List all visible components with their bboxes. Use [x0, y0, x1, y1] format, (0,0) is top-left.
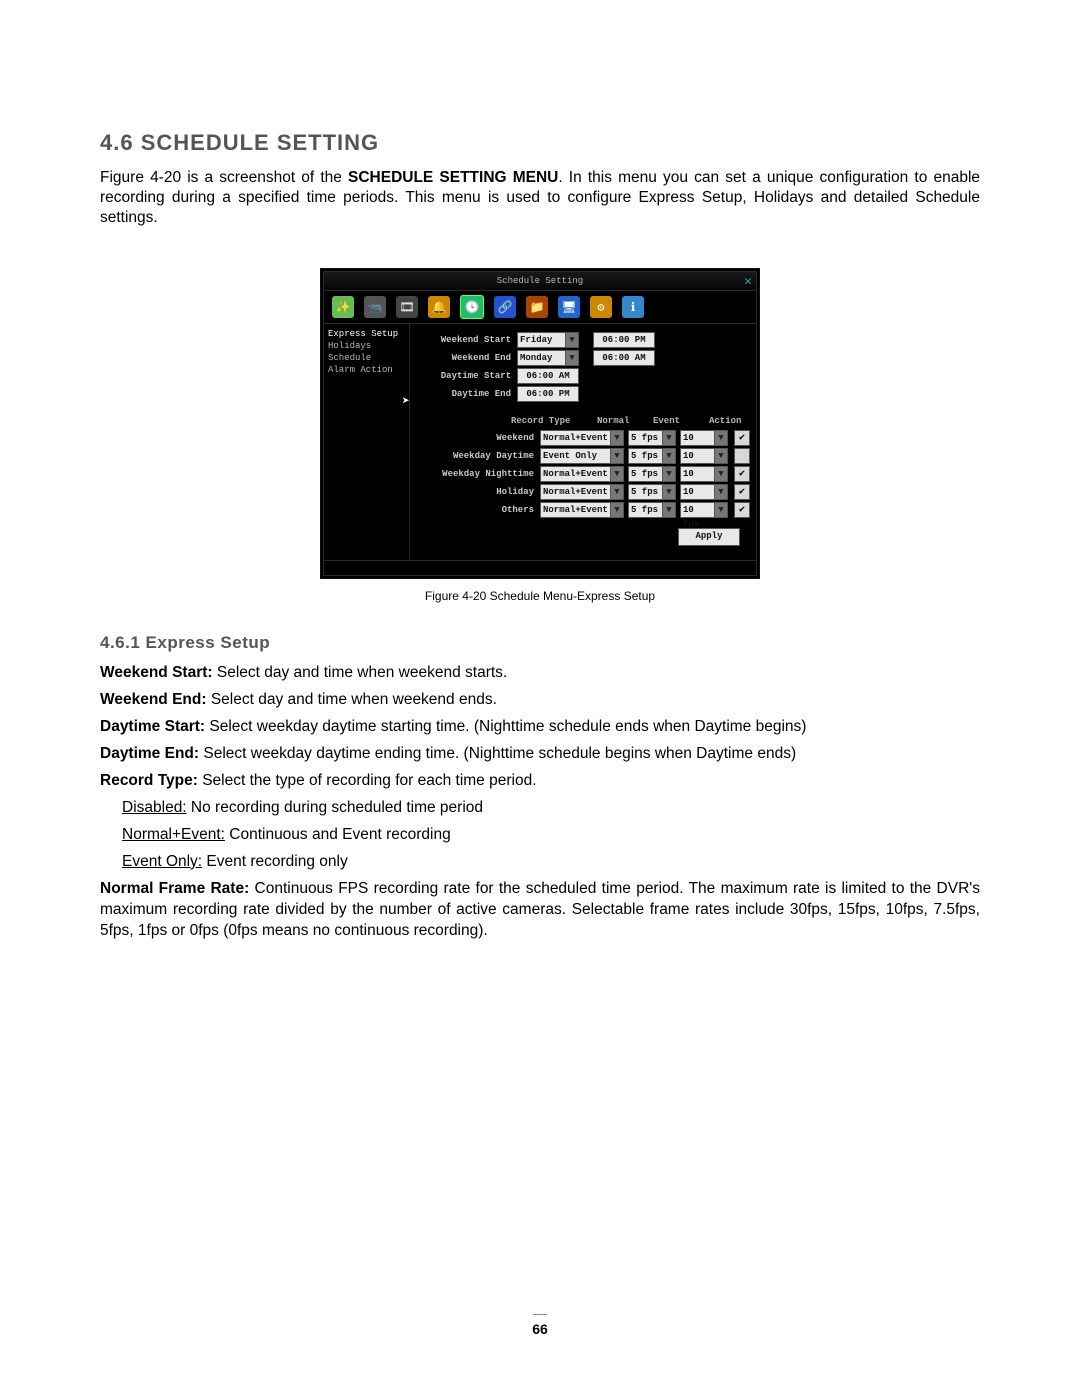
weekend-end-day-select[interactable]: Monday▼: [517, 350, 579, 366]
daytime-end-label: Daytime End: [416, 389, 517, 399]
gear-icon[interactable]: ⚙: [590, 296, 612, 318]
weekend-start-time-input[interactable]: 06:00 PM: [593, 332, 655, 348]
normal-fps-select[interactable]: 5 fps▼: [628, 484, 676, 500]
camera-icon[interactable]: 📹: [364, 296, 386, 318]
sidebar-item-holidays[interactable]: Holidays: [328, 340, 405, 352]
window-titlebar: Schedule Setting ✕: [323, 271, 757, 291]
weekend-end-time-input[interactable]: 06:00 AM: [593, 350, 655, 366]
record-row: HolidayNormal+Event▼5 fps▼10 Fps▼ ✔: [416, 484, 750, 500]
sidebar: Express Setup Holidays Schedule Alarm Ac…: [324, 324, 410, 560]
bell-icon[interactable]: 🔔: [428, 296, 450, 318]
record-row-label: Weekday Nighttime: [416, 469, 540, 479]
daytime-start-label: Daytime Start: [416, 371, 517, 381]
reel-icon[interactable]: 🎞: [396, 296, 418, 318]
action-checkbox[interactable]: ✔: [734, 466, 750, 482]
close-icon[interactable]: ✕: [744, 273, 752, 291]
record-type-select[interactable]: Normal+Event▼: [540, 430, 624, 446]
record-type-select[interactable]: Event Only▼: [540, 448, 624, 464]
chevron-down-icon: ▼: [610, 431, 623, 445]
cursor-icon: ➤: [402, 394, 410, 409]
action-checkbox[interactable]: ✔: [734, 502, 750, 518]
def-normal-event: Normal+Event: Continuous and Event recor…: [100, 825, 980, 846]
normal-fps-select[interactable]: 5 fps▼: [628, 466, 676, 482]
chevron-down-icon: ▼: [610, 467, 623, 481]
chevron-down-icon: ▼: [610, 503, 623, 517]
chevron-down-icon: ▼: [714, 431, 727, 445]
def-weekend-end: Weekend End: Select day and time when we…: [100, 690, 980, 711]
sidebar-item-express-setup[interactable]: Express Setup: [328, 328, 405, 340]
record-row: OthersNormal+Event▼5 fps▼10 Fps▼ ✔: [416, 502, 750, 518]
intro-text-pre: Figure 4-20 is a screenshot of the: [100, 169, 348, 186]
figure-caption: Figure 4-20 Schedule Menu-Express Setup: [320, 589, 760, 603]
event-fps-select[interactable]: 10 Fps▼: [680, 484, 728, 500]
network-icon[interactable]: 🔗: [494, 296, 516, 318]
daytime-start-time-input[interactable]: 06:00 AM: [517, 368, 579, 384]
normal-fps-select[interactable]: 5 fps▼: [628, 502, 676, 518]
record-type-select[interactable]: Normal+Event▼: [540, 484, 624, 500]
record-type-select[interactable]: Normal+Event▼: [540, 466, 624, 482]
weekend-start-day-select[interactable]: Friday▼: [517, 332, 579, 348]
chevron-down-icon: ▼: [662, 485, 675, 499]
section-heading: 4.6 SCHEDULE SETTING: [100, 130, 980, 156]
clock-icon[interactable]: 🕓: [460, 295, 484, 319]
chevron-down-icon: ▼: [662, 467, 675, 481]
monitor-icon[interactable]: 🖥: [558, 296, 580, 318]
iconbar: ✨ 📹 🎞 🔔 🕓 🔗 📁 🖥 ⚙ ℹ: [323, 291, 757, 324]
sidebar-item-schedule[interactable]: Schedule: [328, 352, 405, 364]
def-daytime-end: Daytime End: Select weekday daytime endi…: [100, 744, 980, 765]
statusbar: [323, 561, 757, 576]
sidebar-item-alarm-action[interactable]: Alarm Action: [328, 364, 405, 376]
def-weekend-start: Weekend Start: Select day and time when …: [100, 663, 980, 684]
apply-button[interactable]: Apply: [678, 528, 740, 546]
chevron-down-icon: ▼: [714, 449, 727, 463]
action-checkbox[interactable]: ✔: [734, 484, 750, 500]
record-type-select[interactable]: Normal+Event▼: [540, 502, 624, 518]
info-icon[interactable]: ℹ: [622, 296, 644, 318]
action-checkbox[interactable]: [734, 448, 750, 464]
chevron-down-icon: ▼: [662, 431, 675, 445]
chevron-down-icon: ▼: [714, 485, 727, 499]
record-row-label: Weekday Daytime: [416, 451, 540, 461]
action-checkbox[interactable]: ✔: [734, 430, 750, 446]
event-fps-select[interactable]: 10 Fps▼: [680, 466, 728, 482]
page-number: 66: [0, 1305, 1080, 1337]
normal-fps-select[interactable]: 5 fps▼: [628, 448, 676, 464]
weekend-start-label: Weekend Start: [416, 335, 517, 345]
record-row-label: Weekend: [416, 433, 540, 443]
folder-icon[interactable]: 📁: [526, 296, 548, 318]
def-record-type: Record Type: Select the type of recordin…: [100, 771, 980, 792]
record-row: Weekday NighttimeNormal+Event▼5 fps▼10 F…: [416, 466, 750, 482]
event-fps-select[interactable]: 10 Fps▼: [680, 430, 728, 446]
record-row-label: Holiday: [416, 487, 540, 497]
window-title: Schedule Setting: [497, 276, 583, 286]
chevron-down-icon: ▼: [714, 503, 727, 517]
chevron-down-icon: ▼: [714, 467, 727, 481]
weekend-end-label: Weekend End: [416, 353, 517, 363]
chevron-down-icon: ▼: [565, 333, 578, 347]
record-row-label: Others: [416, 505, 540, 515]
def-daytime-start: Daytime Start: Select weekday daytime st…: [100, 717, 980, 738]
intro-paragraph: Figure 4-20 is a screenshot of the SCHED…: [100, 168, 980, 228]
record-row: WeekendNormal+Event▼5 fps▼10 Fps▼ ✔: [416, 430, 750, 446]
chevron-down-icon: ▼: [610, 485, 623, 499]
daytime-end-time-input[interactable]: 06:00 PM: [517, 386, 579, 402]
intro-text-bold: SCHEDULE SETTING MENU: [348, 169, 558, 186]
normal-fps-select[interactable]: 5 fps▼: [628, 430, 676, 446]
chevron-down-icon: ▼: [565, 351, 578, 365]
chevron-down-icon: ▼: [662, 449, 675, 463]
def-event-only: Event Only: Event recording only: [100, 852, 980, 873]
event-fps-select[interactable]: 10 Fps▼: [680, 448, 728, 464]
wand-icon[interactable]: ✨: [332, 296, 354, 318]
def-normal-frame-rate: Normal Frame Rate: Continuous FPS record…: [100, 879, 980, 942]
event-fps-select[interactable]: 10 Fps▼: [680, 502, 728, 518]
screenshot: Schedule Setting ✕ ✨ 📹 🎞 🔔 🕓 🔗 📁 🖥 ⚙ ℹ E…: [320, 268, 760, 603]
subsection-heading: 4.6.1 Express Setup: [100, 633, 980, 653]
record-table-header: Record Type Normal Event Action: [416, 416, 750, 426]
chevron-down-icon: ▼: [662, 503, 675, 517]
def-disabled: Disabled: No recording during scheduled …: [100, 798, 980, 819]
chevron-down-icon: ▼: [610, 449, 623, 463]
record-row: Weekday DaytimeEvent Only▼5 fps▼10 Fps▼: [416, 448, 750, 464]
